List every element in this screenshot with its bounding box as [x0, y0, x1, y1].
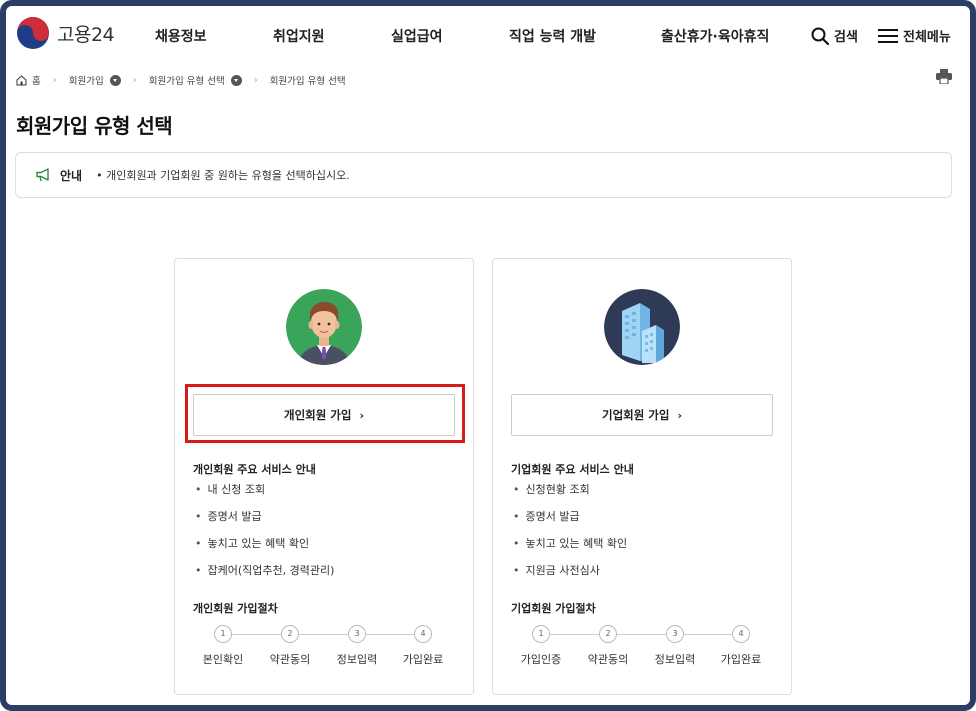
nav-item-parental-leave[interactable]: 출산휴가·육아휴직 [661, 26, 769, 46]
step-label: 정보입력 [654, 653, 696, 666]
step-number: 1 [214, 625, 232, 643]
list-item: 증명서 발급 [195, 508, 334, 535]
list-item: 증명서 발급 [513, 508, 627, 535]
step-label: 정보입력 [336, 653, 378, 666]
step-label: 가입완료 [402, 653, 444, 666]
megaphone-icon [36, 168, 49, 182]
person-avatar-icon [286, 289, 362, 365]
business-service-title: 기업회원 주요 서비스 안내 [511, 463, 634, 476]
step-number: 4 [732, 625, 750, 643]
breadcrumb-home[interactable]: 홈 [32, 73, 41, 87]
step-1: 1 가입인증 [511, 625, 571, 667]
list-item: 놓치고 있는 혜택 확인 [195, 535, 334, 562]
nav-item-skill-development[interactable]: 직업 능력 개발 [509, 26, 596, 46]
step-number: 3 [348, 625, 366, 643]
step-2: 2 약관동의 [260, 625, 320, 667]
breadcrumb-signup[interactable]: 회원가입 [69, 73, 104, 87]
personal-join-button[interactable]: 개인회원 가입 › [193, 394, 455, 436]
personal-service-list: 내 신청 조회 증명서 발급 놓치고 있는 혜택 확인 잡케어(직업추천, 경력… [195, 481, 335, 589]
site-logo[interactable]: 고용24 [16, 16, 115, 50]
business-service-list: 신청현황 조회 증명서 발급 놓치고 있는 혜택 확인 지원금 사전심사 [513, 481, 628, 589]
business-member-card: 기업회원 가입 › 기업회원 주요 서비스 안내 신청현황 조회 증명서 발급 … [492, 258, 792, 695]
step-number: 2 [281, 625, 299, 643]
chevron-right-icon: › [677, 408, 683, 422]
step-1: 1 본인확인 [193, 625, 253, 667]
step-label: 약관동의 [587, 653, 629, 666]
all-menu-label: 전체메뉴 [903, 30, 951, 45]
step-number: 1 [532, 625, 550, 643]
taegeuk-logo-icon [17, 17, 49, 49]
personal-steps-title: 개인회원 가입절차 [193, 602, 278, 615]
nav-item-jobs[interactable]: 채용정보 [155, 26, 207, 46]
step-3: 3 정보입력 [327, 625, 387, 667]
step-3: 3 정보입력 [645, 625, 705, 667]
list-item: 지원금 사전심사 [513, 562, 627, 589]
step-number: 4 [414, 625, 432, 643]
chevron-down-icon[interactable] [230, 74, 242, 86]
site-header: 고용24 채용정보 취업지원 실업급여 직업 능력 개발 출산휴가·육아휴직 검… [6, 6, 970, 66]
list-item: 잡케어(직업추천, 경력관리) [195, 562, 335, 589]
personal-join-label: 개인회원 가입 [283, 408, 352, 422]
list-item: 내 신청 조회 [195, 481, 334, 508]
step-4: 4 가입완료 [393, 625, 453, 667]
step-label: 본인확인 [202, 653, 244, 666]
all-menu-button[interactable]: 전체메뉴 [878, 26, 951, 45]
search-label: 검색 [834, 30, 858, 45]
building-icon [604, 289, 680, 365]
nav-item-unemployment-benefit[interactable]: 실업급여 [391, 26, 443, 46]
print-icon[interactable] [936, 69, 952, 84]
logo-text: 고용24 [57, 23, 115, 46]
breadcrumb-current: 회원가입 유형 선택 [269, 76, 346, 87]
step-number: 3 [666, 625, 684, 643]
business-steps-title: 기업회원 가입절차 [511, 602, 596, 615]
nav-item-employment-support[interactable]: 취업지원 [273, 26, 325, 46]
business-join-button[interactable]: 기업회원 가입 › [511, 394, 773, 436]
step-number: 2 [599, 625, 617, 643]
home-icon[interactable] [16, 74, 27, 86]
step-2: 2 약관동의 [578, 625, 638, 667]
search-button[interactable]: 검색 [811, 26, 858, 45]
search-icon [811, 27, 829, 45]
notice-box: 안내 • 개인회원과 기업회원 중 원하는 유형을 선택하십시오. [15, 152, 952, 198]
list-item: 놓치고 있는 혜택 확인 [513, 535, 628, 562]
breadcrumb-separator: › [52, 74, 57, 86]
business-signup-steps: 1 가입인증 2 약관동의 3 정보입력 4 가입완료 [511, 625, 781, 675]
page-title: 회원가입 유형 선택 [16, 114, 173, 138]
step-label: 가입완료 [720, 653, 762, 666]
personal-member-card: 개인회원 가입 › 개인회원 주요 서비스 안내 내 신청 조회 증명서 발급 … [174, 258, 474, 695]
app-frame: 고용24 채용정보 취업지원 실업급여 직업 능력 개발 출산휴가·육아휴직 검… [0, 0, 976, 711]
chevron-down-icon[interactable] [109, 74, 121, 86]
notice-label: 안내 [60, 168, 83, 183]
personal-service-title: 개인회원 주요 서비스 안내 [193, 463, 316, 476]
breadcrumb-separator: › [132, 74, 137, 86]
notice-text: • 개인회원과 기업회원 중 원하는 유형을 선택하십시오. [96, 169, 350, 182]
breadcrumb: 홈 › 회원가입 › 회원가입 유형 선택 › 회원가입 유형 선택 [16, 68, 346, 92]
business-join-label: 기업회원 가입 [601, 408, 670, 422]
list-item: 신청현황 조회 [513, 481, 627, 508]
step-label: 가입인증 [520, 653, 562, 666]
breadcrumb-separator: › [253, 74, 258, 86]
personal-signup-steps: 1 본인확인 2 약관동의 3 정보입력 4 가입완료 [193, 625, 463, 675]
breadcrumb-signup-type[interactable]: 회원가입 유형 선택 [149, 73, 225, 87]
step-label: 약관동의 [269, 653, 311, 666]
step-4: 4 가입완료 [711, 625, 771, 667]
chevron-right-icon: › [359, 408, 365, 422]
hamburger-icon [878, 28, 898, 43]
